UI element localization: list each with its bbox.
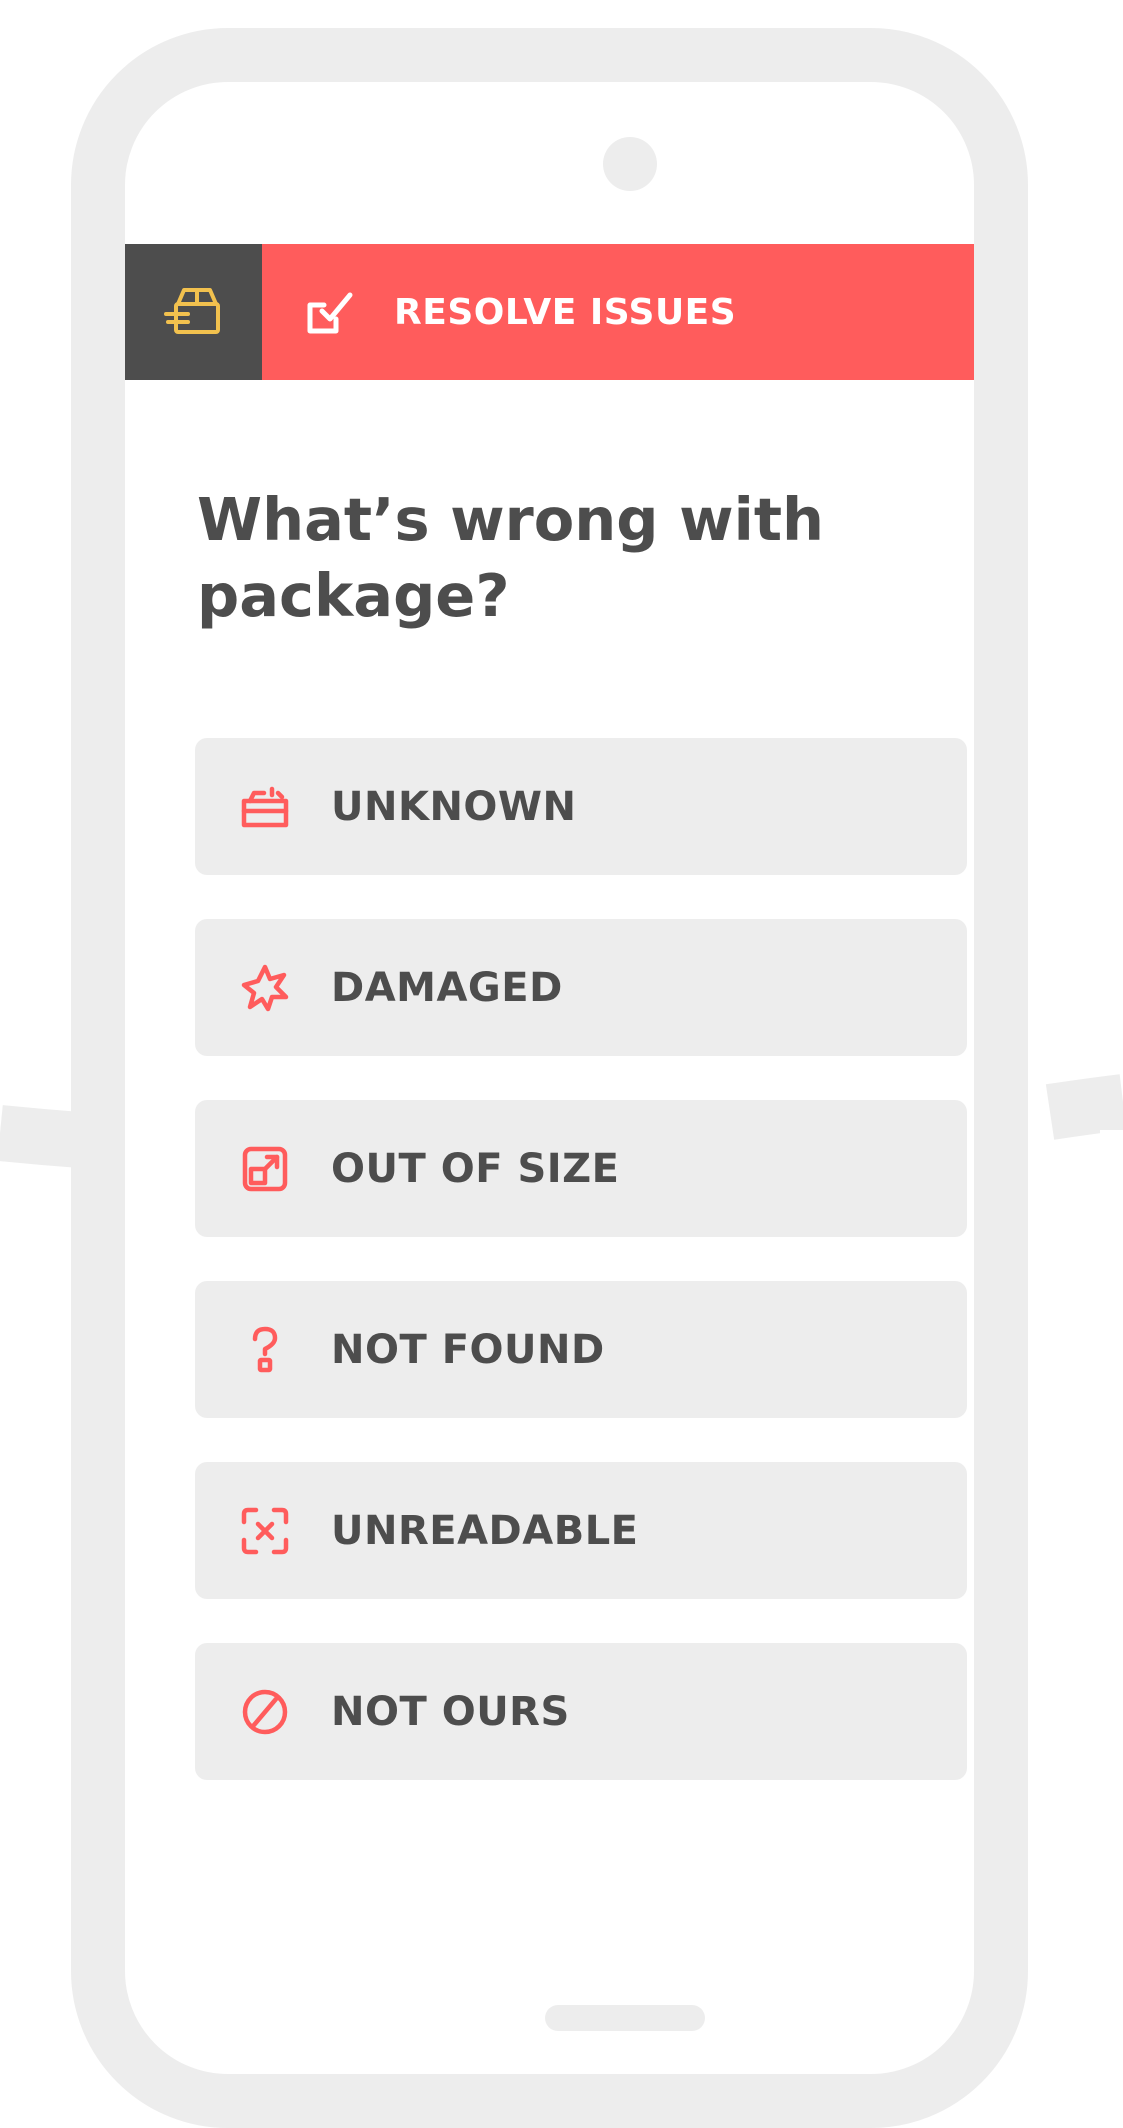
camera-icon <box>603 137 657 191</box>
burst-icon <box>237 960 293 1016</box>
package-icon <box>163 284 224 340</box>
scan-error-icon <box>237 1503 293 1559</box>
option-label: NOT OURS <box>331 1688 570 1735</box>
top-bar: RESOLVE ISSUES <box>125 244 974 380</box>
issue-options-list: UNKNOWN DAMAGED OUT OF SIZE NOT FOUND UN… <box>195 738 967 1824</box>
option-unknown[interactable]: UNKNOWN <box>195 738 967 875</box>
question-heading: What’s wrong with package? <box>197 485 825 630</box>
option-damaged[interactable]: DAMAGED <box>195 919 967 1056</box>
option-label: NOT FOUND <box>331 1326 605 1373</box>
question-icon <box>237 1322 293 1378</box>
prohibited-icon <box>237 1684 293 1740</box>
resize-icon <box>237 1141 293 1197</box>
phone-frame: RESOLVE ISSUES What’s wrong with package… <box>71 28 1028 2128</box>
checklist-icon <box>306 288 354 336</box>
option-label: OUT OF SIZE <box>331 1145 620 1192</box>
option-unreadable[interactable]: UNREADABLE <box>195 1462 967 1599</box>
option-label: UNKNOWN <box>331 783 577 830</box>
page-title: RESOLVE ISSUES <box>394 291 737 333</box>
open-box-icon <box>237 779 293 835</box>
option-not-ours[interactable]: NOT OURS <box>195 1643 967 1780</box>
option-not-found[interactable]: NOT FOUND <box>195 1281 967 1418</box>
home-indicator[interactable] <box>545 2005 705 2031</box>
header-title-bar: RESOLVE ISSUES <box>262 244 974 380</box>
option-label: DAMAGED <box>331 964 563 1011</box>
app-logo[interactable] <box>125 244 262 380</box>
option-out-of-size[interactable]: OUT OF SIZE <box>195 1100 967 1237</box>
option-label: UNREADABLE <box>331 1507 639 1554</box>
